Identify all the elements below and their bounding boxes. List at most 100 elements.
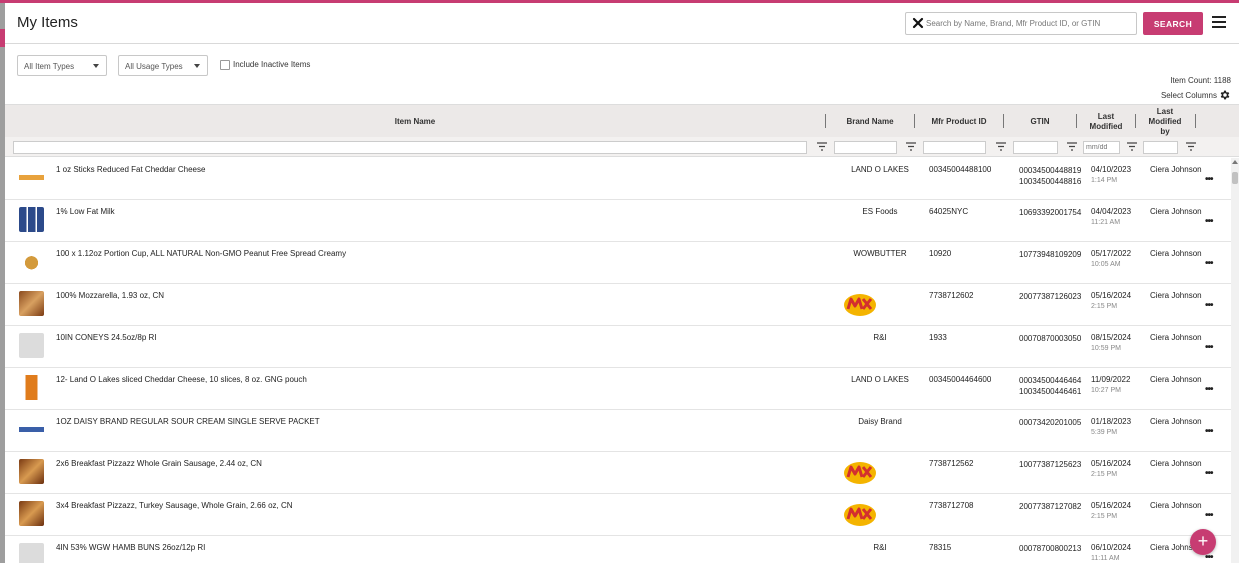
item-name[interactable]: 12- Land O Lakes sliced Cheddar Cheese, … (56, 375, 307, 384)
milk-cartons-image[interactable] (19, 207, 44, 232)
column-header-gtin[interactable]: GTIN (1004, 105, 1076, 138)
more-options-icon[interactable]: ••• (1205, 553, 1213, 563)
modified-by-filter-input[interactable] (1143, 141, 1178, 154)
gtin-values: 10077387125623 (1019, 459, 1081, 470)
filter-icon[interactable] (1186, 142, 1196, 151)
table-row[interactable]: 100 x 1.12oz Portion Cup, ALL NATURAL No… (5, 242, 1231, 284)
filter-icon[interactable] (906, 142, 916, 151)
table-row[interactable]: 1 oz Sticks Reduced Fat Cheddar Cheese L… (5, 158, 1231, 200)
clear-search-icon[interactable] (912, 17, 924, 29)
last-modified-date: 11/09/2022 (1091, 375, 1131, 384)
gtin-primary: 00034500446464 (1019, 376, 1082, 385)
gtin-primary: 00070870003050 (1019, 334, 1082, 343)
brand-logo-image (844, 294, 876, 316)
more-options-icon[interactable]: ••• (1205, 175, 1213, 185)
placeholder-image[interactable] (19, 333, 44, 358)
table-row[interactable]: 10IN CONEYS 24.5oz/8p RI R&I 1933 000708… (5, 326, 1231, 368)
usage-types-dropdown[interactable]: All Usage Types (118, 55, 208, 76)
item-name[interactable]: 1% Low Fat Milk (56, 207, 115, 216)
more-options-icon[interactable]: ••• (1205, 469, 1213, 479)
scroll-up-icon[interactable] (1232, 160, 1238, 164)
gtin-primary: 10077387125623 (1019, 460, 1082, 469)
vertical-scrollbar[interactable] (1231, 158, 1239, 563)
mfr-product-id: 7738712562 (929, 459, 974, 468)
column-header-brand-name[interactable]: Brand Name (826, 105, 914, 138)
last-modified-date: 08/15/2024 (1091, 333, 1132, 342)
more-options-icon[interactable]: ••• (1205, 301, 1213, 311)
usage-types-value: All Usage Types (125, 62, 183, 71)
table-row[interactable]: 1OZ DAISY BRAND REGULAR SOUR CREAM SINGL… (5, 410, 1231, 452)
item-name-filter-input[interactable] (13, 141, 807, 154)
more-options-icon[interactable]: ••• (1205, 259, 1213, 269)
date-filter-input[interactable] (1083, 141, 1120, 154)
more-options-icon[interactable]: ••• (1205, 427, 1213, 437)
more-options-icon[interactable]: ••• (1205, 385, 1213, 395)
filter-icon[interactable] (996, 142, 1006, 151)
mfr-product-id: 00345004464600 (929, 375, 992, 384)
mozzarella-image[interactable] (19, 291, 44, 316)
placeholder-image[interactable] (19, 543, 44, 563)
cheddar-pouch-image[interactable] (19, 375, 44, 400)
last-modified-time: 10:59 PM (1091, 345, 1121, 352)
item-types-value: All Item Types (24, 62, 75, 71)
include-inactive-label: Include Inactive Items (233, 60, 311, 69)
include-inactive-checkbox[interactable] (220, 60, 230, 70)
table-row[interactable]: 4IN 53% WGW HAMB BUNS 26oz/12p RI R&I 78… (5, 536, 1231, 563)
brand-filter-input[interactable] (834, 141, 897, 154)
gear-icon[interactable] (1219, 89, 1231, 101)
mfr-product-id-filter-input[interactable] (923, 141, 986, 154)
brand-name: R&I (873, 333, 887, 342)
table-row[interactable]: 1% Low Fat Milk ES Foods 64025NYC 106933… (5, 200, 1231, 242)
last-modified-by: Ciera Johnson (1150, 249, 1202, 258)
gtin-primary: 00078700800213 (1019, 544, 1082, 553)
menu-icon[interactable] (1212, 16, 1226, 29)
select-columns-link[interactable]: Select Columns (1161, 91, 1217, 100)
item-name[interactable]: 10IN CONEYS 24.5oz/8p RI (56, 333, 157, 342)
scrollbar-thumb[interactable] (1232, 172, 1238, 184)
column-divider[interactable] (1195, 114, 1196, 128)
item-name[interactable]: 100% Mozzarella, 1.93 oz, CN (56, 291, 164, 300)
grid-body: 1 oz Sticks Reduced Fat Cheddar Cheese L… (5, 158, 1231, 563)
item-name[interactable]: 1 oz Sticks Reduced Fat Cheddar Cheese (56, 165, 205, 174)
pizza-image[interactable] (19, 459, 44, 484)
item-name[interactable]: 2x6 Breakfast Pizzazz Whole Grain Sausag… (56, 459, 262, 468)
column-header-last-modified[interactable]: Last Modified (1077, 105, 1135, 138)
gtin-values: 00073420201005 (1019, 417, 1081, 428)
cheese-sticks-image[interactable] (19, 165, 44, 190)
gtin-values: 00034500448819 10034500448816 (1019, 165, 1081, 187)
more-options-icon[interactable]: ••• (1205, 511, 1213, 521)
gtin-primary: 00034500448819 (1019, 166, 1082, 175)
pizza-image[interactable] (19, 501, 44, 526)
column-header-mfr-product-id[interactable]: Mfr Product ID (915, 105, 1003, 138)
brand-logo-image (844, 462, 876, 484)
item-name[interactable]: 1OZ DAISY BRAND REGULAR SOUR CREAM SINGL… (56, 417, 320, 426)
sour-cream-image[interactable] (19, 417, 44, 442)
item-types-dropdown[interactable]: All Item Types (17, 55, 107, 76)
column-header-item-name[interactable]: Item Name (5, 105, 825, 138)
add-item-button[interactable]: + (1190, 529, 1216, 555)
table-row[interactable]: 2x6 Breakfast Pizzazz Whole Grain Sausag… (5, 452, 1231, 494)
chevron-down-icon (194, 64, 200, 68)
item-name[interactable]: 100 x 1.12oz Portion Cup, ALL NATURAL No… (56, 249, 346, 258)
gtin-values: 00078700800213 (1019, 543, 1081, 554)
table-row[interactable]: 100% Mozzarella, 1.93 oz, CN 7738712602 … (5, 284, 1231, 326)
item-name[interactable]: 3x4 Breakfast Pizzazz, Turkey Sausage, W… (56, 501, 293, 510)
search-box[interactable] (905, 12, 1137, 35)
table-row[interactable]: 12- Land O Lakes sliced Cheddar Cheese, … (5, 368, 1231, 410)
peanut-cup-image[interactable] (19, 249, 44, 274)
column-header-last-modified-by[interactable]: Last Modified by (1136, 105, 1194, 138)
last-modified-date: 04/10/2023 (1091, 165, 1132, 174)
table-row[interactable]: 3x4 Breakfast Pizzazz, Turkey Sausage, W… (5, 494, 1231, 536)
search-button[interactable]: SEARCH (1143, 12, 1203, 35)
search-input[interactable] (926, 15, 1134, 32)
more-options-icon[interactable]: ••• (1205, 343, 1213, 353)
filter-icon[interactable] (1067, 142, 1077, 151)
brand-name: Daisy Brand (858, 417, 902, 426)
more-options-icon[interactable]: ••• (1205, 217, 1213, 227)
filter-icon[interactable] (1127, 142, 1137, 151)
page-header: My Items SEARCH (5, 3, 1239, 44)
chevron-down-icon (93, 64, 99, 68)
gtin-filter-input[interactable] (1013, 141, 1058, 154)
item-name[interactable]: 4IN 53% WGW HAMB BUNS 26oz/12p RI (56, 543, 205, 552)
filter-icon[interactable] (817, 142, 827, 151)
